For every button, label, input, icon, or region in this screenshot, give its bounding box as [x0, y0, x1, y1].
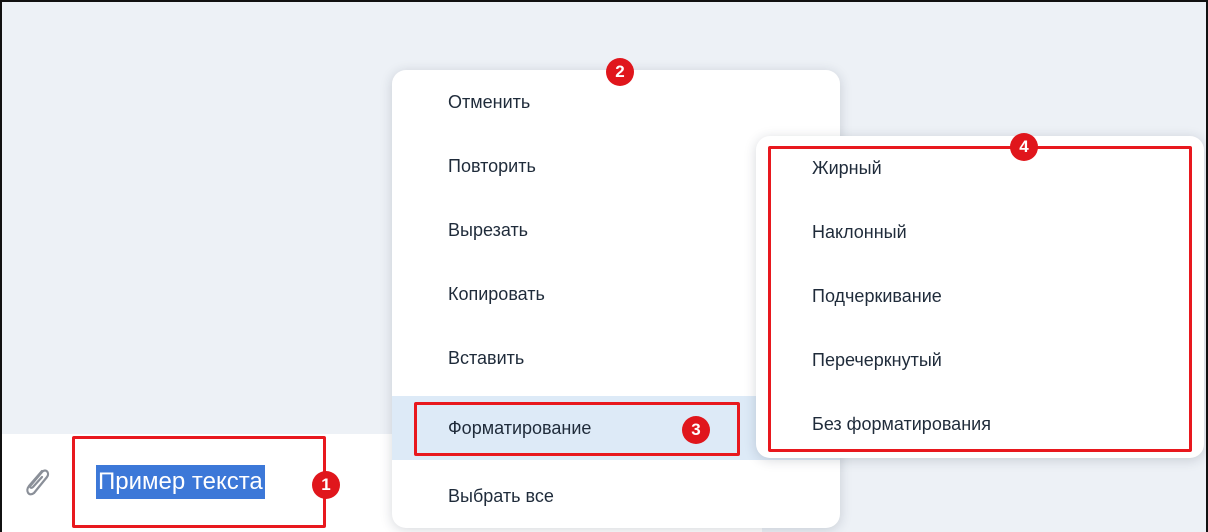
annotation-box-1 [72, 436, 326, 528]
annotation-badge-1: 1 [312, 471, 340, 499]
paperclip-icon[interactable] [20, 462, 54, 502]
annotation-badge-3: 3 [682, 416, 710, 444]
annotation-badge-2: 2 [606, 58, 634, 86]
annotation-badge-4: 4 [1010, 133, 1038, 161]
annotation-box-4 [768, 146, 1192, 452]
menu-item-select-all[interactable]: Выбрать все [392, 464, 840, 528]
chat-window: Пример текста 1 Отменить Повторить Вырез… [0, 0, 1208, 532]
